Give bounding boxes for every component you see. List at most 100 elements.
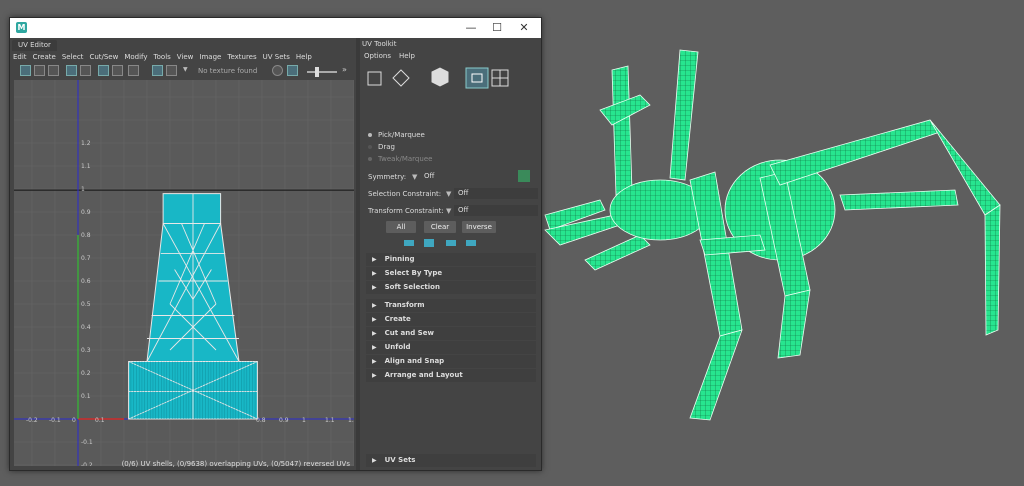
texture-icon[interactable]	[152, 65, 163, 76]
uv-editor-tab[interactable]: UV Editor	[12, 40, 57, 51]
shaded-icon[interactable]	[112, 65, 123, 76]
section-pinning[interactable]: Pinning	[366, 253, 536, 266]
clear-selection-button[interactable]: Clear	[424, 221, 456, 233]
uv-editor-menubar: Edit Create Select Cut/Sew Modify Tools View Im…	[10, 51, 356, 63]
section-arrange-and-layout-label: Arrange and Layout	[384, 371, 463, 379]
menu-uv-sets[interactable]: UV Sets	[260, 51, 293, 63]
drag-radio[interactable]: Drag	[368, 143, 395, 151]
selection-mode-icons	[360, 66, 541, 92]
transform-constraint-row: Transform Constraint: ▼ Off	[368, 205, 538, 216]
symmetry-options-icon[interactable]	[518, 170, 530, 182]
tweak-marquee-label: Tweak/Marquee	[378, 155, 433, 163]
u-tick-label: 0.8	[256, 417, 266, 424]
uv-grid-svg: 1.2 1.1 1 0.9 0.8 0.7 0.6 0.5 0.4 0.3 0.2 0.1 -0.1 -0…	[14, 80, 354, 466]
menu-view[interactable]: View	[174, 51, 197, 63]
menu-select[interactable]: Select	[59, 51, 87, 63]
uv-shell-top	[162, 193, 222, 224]
title-bar[interactable]: M — ☐ ✕	[10, 18, 541, 38]
section-soft-selection[interactable]: Soft Selection	[366, 281, 536, 294]
u-tick-label: -0.1	[49, 417, 61, 424]
symmetry-value[interactable]: Off	[420, 171, 514, 182]
section-uv-sets[interactable]: UV Sets	[366, 454, 536, 467]
uv-toolkit-menubar: Options Help	[364, 52, 423, 60]
select-loop-icon[interactable]	[466, 240, 476, 246]
u-tick-label: 0.9	[279, 417, 289, 424]
checker-pattern-icon[interactable]	[166, 65, 177, 76]
frame-icon[interactable]	[66, 65, 77, 76]
select-border-icon[interactable]	[446, 240, 456, 246]
pick-marquee-radio[interactable]: Pick/Marquee	[368, 131, 425, 139]
section-unfold-label: Unfold	[384, 343, 411, 351]
v-tick-label: 0.4	[81, 324, 91, 331]
v-tick-label: 0.3	[81, 347, 91, 354]
v-tick-label: -0.2	[81, 462, 93, 466]
section-align-and-snap[interactable]: Align and Snap	[366, 355, 536, 368]
inverse-selection-button[interactable]: Inverse	[462, 221, 496, 233]
section-pinning-label: Pinning	[384, 255, 415, 263]
grow-selection-icon[interactable]	[404, 240, 414, 246]
section-select-by-type[interactable]: Select By Type	[366, 267, 536, 280]
menu-cut-sew[interactable]: Cut/Sew	[86, 51, 121, 63]
u-tick-label: 0	[72, 417, 76, 424]
more-options-icon[interactable]: »	[342, 65, 347, 74]
maximize-button[interactable]: ☐	[484, 20, 510, 36]
transform-constraint-value[interactable]: Off	[454, 205, 538, 216]
exposure-slider-knob[interactable]	[315, 67, 319, 77]
tweak-marquee-radio[interactable]: Tweak/Marquee	[368, 155, 432, 163]
section-unfold[interactable]: Unfold	[366, 341, 536, 354]
v-tick-label: 0.5	[81, 301, 91, 308]
transform-constraint-label: Transform Constraint:	[368, 207, 444, 215]
symmetry-dropdown-icon[interactable]: ▼	[412, 173, 417, 181]
menu-help-toolkit[interactable]: Help	[399, 52, 415, 60]
camera-icon[interactable]	[128, 65, 139, 76]
u-tick-label: 1.2	[348, 417, 354, 424]
menu-options[interactable]: Options	[364, 52, 391, 60]
exposure-icon[interactable]	[287, 65, 298, 76]
v-tick-label: 0.1	[81, 393, 91, 400]
drag-label: Drag	[378, 143, 396, 151]
maya-app-icon: M	[16, 22, 27, 33]
transform-constraint-dropdown-icon[interactable]: ▼	[446, 207, 451, 215]
image-icon[interactable]	[48, 65, 59, 76]
uv-editor-window[interactable]: M — ☐ ✕ UV Editor Edit Create Select Cut/Se…	[9, 17, 542, 471]
menu-modify[interactable]: Modify	[121, 51, 150, 63]
texture-dropdown-arrow-icon[interactable]: ▼	[183, 66, 188, 73]
v-tick-label: 0.2	[81, 370, 91, 377]
menu-create[interactable]: Create	[30, 51, 59, 63]
exposure-slider[interactable]	[307, 71, 337, 73]
uv-mode-icon[interactable]	[465, 67, 489, 89]
uv-toolkit-panel: UV Toolkit Options Help Pick/Marquee Drag…	[360, 38, 541, 470]
section-transform[interactable]: Transform	[366, 299, 536, 312]
menu-image[interactable]: Image	[196, 51, 224, 63]
close-button[interactable]: ✕	[511, 20, 537, 36]
u-tick-label: -0.2	[26, 417, 38, 424]
section-create[interactable]: Create	[366, 313, 536, 326]
checker-icon[interactable]	[98, 65, 109, 76]
selection-constraint-value[interactable]: Off	[454, 188, 538, 199]
shrink-selection-icon[interactable]	[424, 239, 434, 247]
menu-tools[interactable]: Tools	[151, 51, 174, 63]
bar-chart-icon[interactable]	[34, 65, 45, 76]
menu-textures[interactable]: Textures	[224, 51, 259, 63]
select-all-button[interactable]: All	[386, 221, 416, 233]
vertex-mode-icon[interactable]	[367, 71, 382, 86]
minimize-button[interactable]: —	[458, 20, 484, 36]
menu-help[interactable]: Help	[293, 51, 315, 63]
edge-mode-icon[interactable]	[392, 69, 410, 87]
selection-constraint-label: Selection Constraint:	[368, 190, 442, 198]
section-select-by-type-label: Select By Type	[384, 269, 443, 277]
grid-icon[interactable]	[20, 65, 31, 76]
selection-constraint-dropdown-icon[interactable]: ▼	[446, 190, 451, 198]
uv-toolkit-tab[interactable]: UV Toolkit	[362, 40, 396, 48]
uv-shell-icon[interactable]	[272, 65, 283, 76]
texture-status[interactable]: No texture found	[198, 67, 257, 75]
uv-grid-canvas[interactable]: 1.2 1.1 1 0.9 0.8 0.7 0.6 0.5 0.4 0.3 0.2 0.1 -0.1 -0…	[14, 80, 354, 466]
face-mode-icon[interactable]	[431, 67, 449, 87]
v-tick-label: -0.1	[81, 439, 93, 446]
section-arrange-and-layout[interactable]: Arrange and Layout	[366, 369, 536, 382]
frame-all-icon[interactable]	[80, 65, 91, 76]
pick-marquee-label: Pick/Marquee	[378, 131, 425, 139]
v-tick-label: 0.6	[81, 278, 91, 285]
section-cut-and-sew[interactable]: Cut and Sew	[366, 327, 536, 340]
menu-edit[interactable]: Edit	[10, 51, 30, 63]
